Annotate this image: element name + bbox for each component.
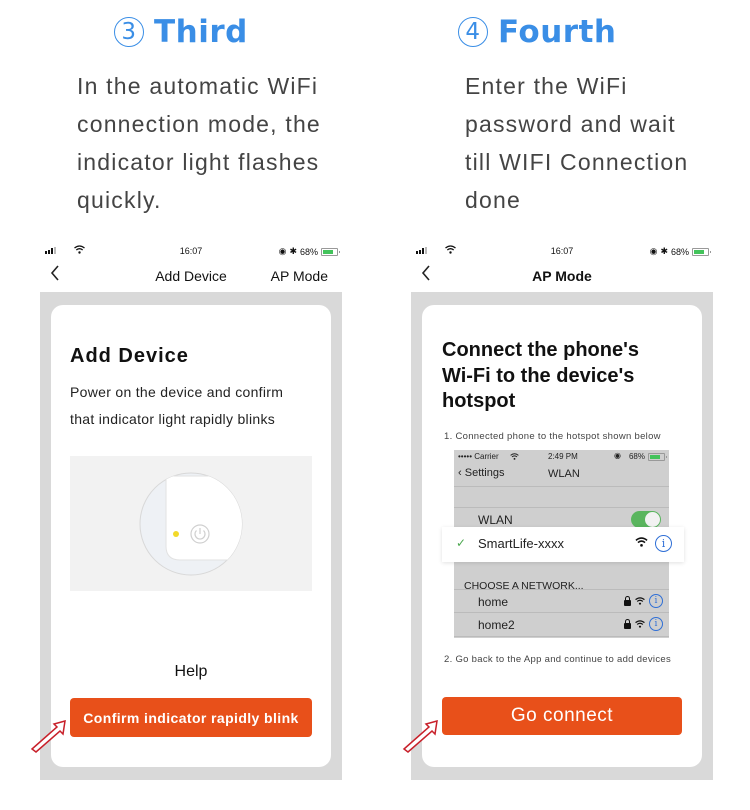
add-device-card: Add Device Power on the device and confi… — [51, 305, 331, 767]
ios-status-bar: ••••• Carrier 2:49 PM ◉ 68% — [454, 450, 669, 464]
connected-network-row: ✓ SmartLife-xxxx i — [442, 527, 684, 562]
wifi-icon — [635, 537, 648, 547]
info-icon: i — [649, 594, 663, 608]
checkmark-icon: ✓ — [456, 536, 467, 550]
ap-mode-card: Connect the phone's Wi-Fi to the device'… — [422, 305, 702, 767]
nav-title: AP Mode — [532, 268, 592, 284]
step-title: Fourth — [498, 14, 617, 50]
go-connect-button[interactable]: Go connect — [442, 697, 682, 735]
wifi-icon — [635, 620, 645, 628]
description-line: done — [465, 187, 521, 213]
description-line: till WIFI Connection — [465, 149, 689, 175]
phone-screen-add-device: 16:07 ◉ ✱ 68% Add Device AP Mode Add Dev… — [40, 242, 342, 780]
ios-nav-bar: ‹ Settings WLAN — [454, 464, 669, 487]
step-3-heading: 3 Third — [114, 14, 248, 50]
battery-icon — [321, 247, 340, 256]
description-line: In the automatic WiFi — [77, 73, 319, 99]
battery-percent: 68% — [670, 246, 689, 257]
network-name: home2 — [478, 618, 515, 632]
description-line: connection mode, the — [77, 111, 321, 137]
phone-screen-ap-mode: 16:07 ◉ ✱ 68% AP Mode Connect the phone'… — [411, 242, 713, 780]
pointer-arrow-icon — [30, 719, 66, 753]
ap-mode-link[interactable]: AP Mode — [271, 268, 328, 284]
card-title: Connect the phone's Wi-Fi to the device'… — [442, 338, 639, 415]
step-title: Third — [154, 14, 248, 50]
title-line: hotspot — [442, 390, 516, 412]
card-description: Power on the device and confirm that ind… — [70, 379, 283, 433]
ios-settings-back: ‹ Settings — [458, 467, 505, 479]
back-label: Settings — [464, 467, 505, 479]
location-icon: ◉ — [278, 246, 287, 256]
description-line: indicator light flashes — [77, 149, 320, 175]
status-bar: 16:07 ◉ ✱ 68% — [411, 242, 713, 260]
connected-network-name: SmartLife-xxxx — [478, 536, 564, 551]
location-icon: ◉ — [649, 246, 658, 256]
step-3-description: In the automatic WiFi connection mode, t… — [77, 67, 321, 219]
battery-percent: 68% — [299, 246, 318, 257]
step-number-badge: 4 — [458, 17, 488, 47]
ios-section-gap — [454, 487, 669, 508]
device-illustration — [70, 456, 312, 591]
title-line: Connect the phone's — [442, 339, 639, 361]
description-line: password and wait — [465, 111, 676, 137]
carrier-label: ••••• Carrier — [458, 452, 499, 461]
info-icon: i — [655, 535, 672, 552]
wlan-label: WLAN — [478, 513, 513, 527]
instruction-step-2: 2. Go back to the App and continue to ad… — [444, 654, 672, 665]
pointer-arrow-icon — [402, 719, 438, 753]
battery-icon — [648, 452, 667, 461]
bluetooth-icon: ✱ — [289, 246, 297, 256]
description-line: quickly. — [77, 187, 162, 213]
description-line: that indicator light rapidly blinks — [70, 411, 276, 427]
step-4-description: Enter the WiFi password and wait till WI… — [465, 67, 688, 219]
lock-icon — [624, 595, 631, 606]
instruction-step-1: 1. Connected phone to the hotspot shown … — [444, 431, 661, 442]
status-bar: 16:07 ◉ ✱ 68% — [40, 242, 342, 260]
device-indicator-illustration — [139, 472, 243, 576]
confirm-indicator-button[interactable]: Confirm indicator rapidly blink — [70, 698, 312, 737]
card-title: Add Device — [70, 345, 189, 367]
wifi-icon — [635, 597, 645, 605]
battery-icon — [692, 247, 711, 256]
ios-time: 2:49 PM — [548, 452, 578, 461]
network-name: home — [478, 595, 509, 609]
description-line: Enter the WiFi — [465, 73, 628, 99]
network-row: home i — [454, 589, 669, 613]
lock-icon — [624, 618, 631, 629]
wlan-toggle — [631, 511, 661, 528]
description-line: Power on the device and confirm — [70, 384, 284, 400]
step-number-badge: 3 — [114, 17, 144, 47]
nav-bar: Add Device AP Mode — [40, 260, 342, 292]
title-line: Wi-Fi to the device's — [442, 364, 635, 387]
step-4-heading: 4 Fourth — [458, 14, 616, 50]
info-icon: i — [649, 617, 663, 631]
help-link[interactable]: Help — [51, 663, 331, 681]
bluetooth-icon: ✱ — [660, 246, 668, 256]
ios-nav-title: WLAN — [548, 468, 580, 480]
wifi-icon — [510, 453, 519, 460]
ios-battery-percent: 68% — [628, 452, 645, 461]
nav-bar: AP Mode — [411, 260, 713, 292]
location-icon: ◉ — [614, 451, 621, 460]
indicator-light — [173, 531, 179, 537]
network-row: home2 i — [454, 613, 669, 637]
